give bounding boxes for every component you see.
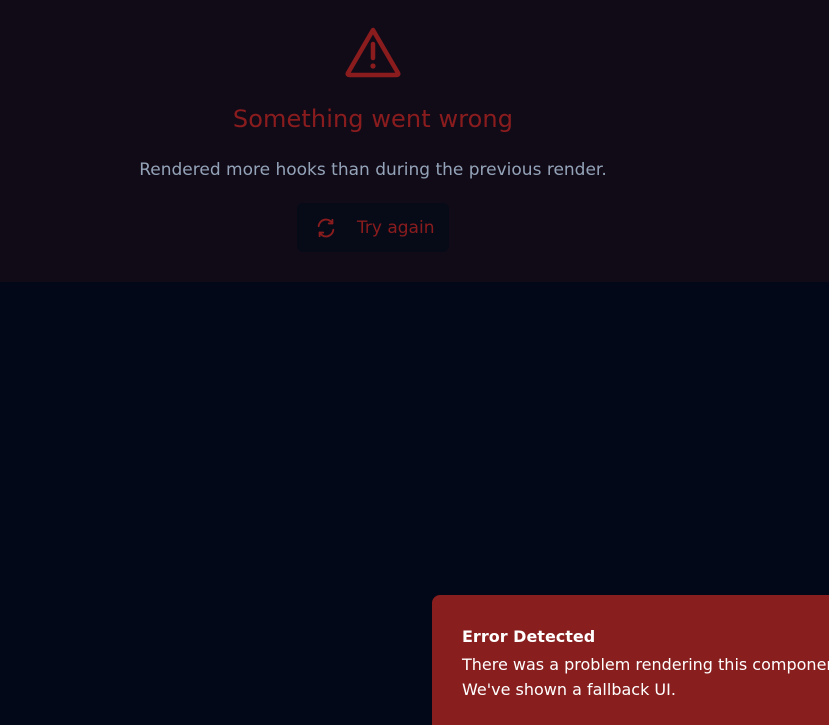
try-again-label: Try again [357, 218, 435, 238]
refresh-icon [317, 218, 335, 238]
error-boundary-panel: Something went wrong Rendered more hooks… [0, 0, 829, 282]
try-again-button[interactable]: Try again [297, 203, 449, 252]
error-message: Rendered more hooks than during the prev… [139, 160, 607, 180]
toast-description-line-1: There was a problem rendering this compo… [462, 655, 829, 674]
warning-triangle-icon [345, 27, 401, 78]
error-title: Something went wrong [232, 105, 514, 133]
toast-title: Error Detected [462, 627, 596, 646]
error-toast[interactable]: Error Detected There was a problem rende… [432, 595, 829, 725]
toast-description-line-2: We've shown a fallback UI. [462, 680, 676, 699]
